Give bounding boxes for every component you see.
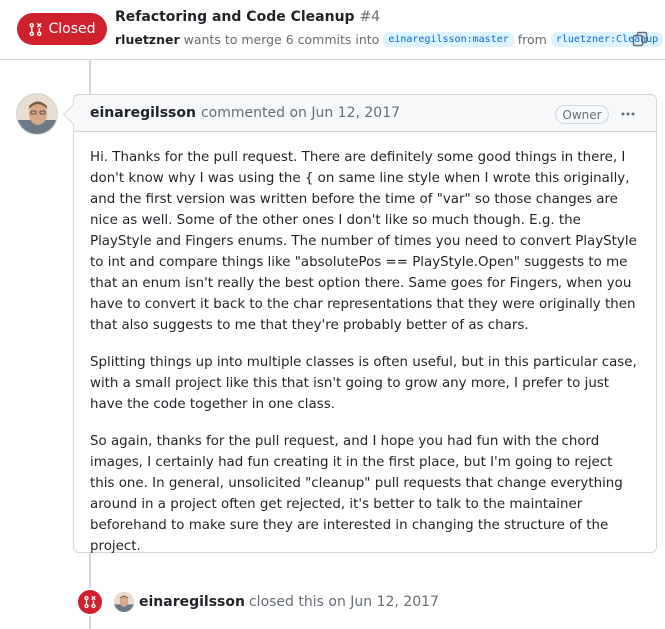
merge-text: wants to merge 6 commits into xyxy=(183,31,380,47)
comment-box: einaregilsson commented on Jun 12, 2017 … xyxy=(73,94,657,554)
copy-icon[interactable] xyxy=(632,31,648,47)
base-branch[interactable]: einaregilsson:master xyxy=(383,31,514,47)
comment-paragraph-1: Hi. Thanks for the pull request. There a… xyxy=(90,150,637,333)
comment-body: Hi. Thanks for the pull request. There a… xyxy=(74,132,656,557)
closed-event-badge xyxy=(76,588,104,616)
timeline-closed-event: einaregilsson closed this on Jun 12, 201… xyxy=(76,587,636,617)
event-author-link[interactable]: einaregilsson xyxy=(139,594,245,610)
pr-title: Refactoring and Code Cleanup #4 xyxy=(115,9,380,25)
avatar-image xyxy=(114,592,134,612)
timeline-line-top xyxy=(89,60,91,94)
comment-author-avatar[interactable] xyxy=(16,93,58,135)
state-badge-closed: Closed xyxy=(17,13,107,45)
from-text: from xyxy=(517,31,547,47)
event-author-avatar[interactable] xyxy=(114,592,134,612)
avatar-image xyxy=(17,94,57,134)
pr-header: Closed Refactoring and Code Cleanup #4 r… xyxy=(0,0,665,60)
state-label: Closed xyxy=(48,21,96,37)
git-pull-request-closed-icon xyxy=(29,22,43,36)
pr-number: #4 xyxy=(359,9,381,25)
comment-header: einaregilsson commented on Jun 12, 2017 … xyxy=(74,95,656,132)
owner-badge: Owner xyxy=(555,105,609,124)
pr-author-link[interactable]: rluetzner xyxy=(115,32,180,47)
comment-paragraph-3: So again, thanks for the pull request, a… xyxy=(90,434,623,554)
comment-paragraph-2: Splitting things up into multiple classe… xyxy=(90,355,637,412)
kebab-horizontal-icon[interactable] xyxy=(620,106,636,122)
comment-timestamp[interactable]: commented on Jun 12, 2017 xyxy=(201,105,400,121)
git-pull-request-closed-icon xyxy=(84,595,96,609)
comment-author-link[interactable]: einaregilsson xyxy=(90,105,196,121)
pr-title-text: Refactoring and Code Cleanup xyxy=(115,9,355,25)
event-action[interactable]: closed this on Jun 12, 2017 xyxy=(249,594,439,610)
pr-meta: rluetzner wants to merge 6 commits into … xyxy=(115,30,664,48)
